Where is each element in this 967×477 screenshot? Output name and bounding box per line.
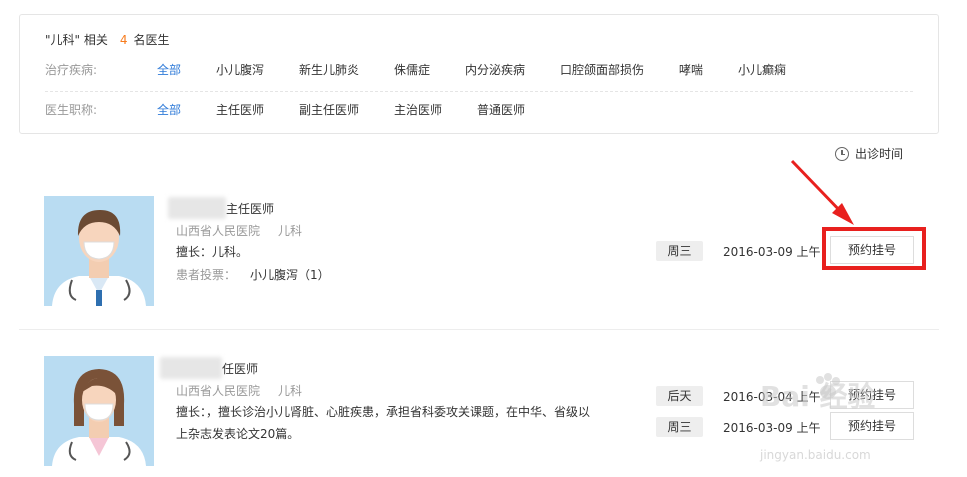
disease-option[interactable]: 小儿腹泻 <box>216 61 264 79</box>
disease-option-all[interactable]: 全部 <box>157 61 181 79</box>
title-option[interactable]: 主治医师 <box>394 101 442 119</box>
doctor-avatar-male[interactable] <box>44 196 154 306</box>
doctor-avatar-female[interactable] <box>44 356 154 466</box>
slot-date: 2016-03-09 上午 <box>723 421 821 435</box>
doctor-hospital: 山西省人民医院 儿科 <box>176 222 302 239</box>
doctor-title[interactable]: 任医师 <box>222 360 258 377</box>
result-summary: "儿科" 相关 4 名医生 <box>45 31 170 48</box>
hospital-name: 山西省人民医院 <box>176 384 261 398</box>
red-arrow-annotation <box>790 159 854 225</box>
redacted-name <box>160 357 222 379</box>
disease-option[interactable]: 侏儒症 <box>394 61 430 79</box>
disease-option[interactable]: 小儿癫痫 <box>738 61 786 79</box>
redacted-name <box>168 197 226 219</box>
baidu-watermark: Bai 经验 <box>760 380 876 413</box>
department-name: 儿科 <box>278 224 303 238</box>
doctor-title[interactable]: 主任医师 <box>226 200 274 217</box>
hospital-name: 山西省人民医院 <box>176 224 261 238</box>
patient-votes: 患者投票： 小儿腹泻（1） <box>176 266 330 283</box>
title-option[interactable]: 普通医师 <box>477 101 525 119</box>
disease-option[interactable]: 新生儿肺炎 <box>299 61 359 79</box>
summary-post: 名医生 <box>133 33 170 47</box>
filter-panel: "儿科" 相关 4 名医生 治疗疾病: 全部 小儿腹泻 新生儿肺炎 侏儒症 内分泌疾… <box>19 14 939 134</box>
doctor-specialty: 擅长：，擅长诊治小儿肾脏、心脏疾患，承担省科委攻关课题，在中华、省级以上杂志发表… <box>176 405 591 441</box>
filter-divider <box>45 91 913 92</box>
title-filter-label: 医生职称: <box>45 103 98 117</box>
doctor-specialty: 擅长：儿科。 <box>176 245 249 259</box>
disease-filter-label: 治疗疾病: <box>45 63 98 77</box>
vote-label: 患者投票： <box>176 268 237 282</box>
sort-label: 出诊时间 <box>855 147 904 161</box>
disease-option[interactable]: 口腔颌面部损伤 <box>560 61 644 79</box>
slot-date: 2016-03-09 上午 <box>723 245 821 259</box>
disease-option[interactable]: 内分泌疾病 <box>465 61 525 79</box>
title-option[interactable]: 主任医师 <box>216 101 264 119</box>
disease-option[interactable]: 哮喘 <box>679 61 703 79</box>
slot-day-badge: 周三 <box>656 417 703 437</box>
doctor-hospital: 山西省人民医院 儿科 <box>176 382 302 399</box>
department-name: 儿科 <box>278 384 303 398</box>
slot-day-badge: 后天 <box>656 386 703 406</box>
slot-day-badge: 周三 <box>656 241 703 261</box>
summary-pre: 相关 <box>83 33 108 47</box>
highlight-box-annotation <box>822 227 926 270</box>
summary-keyword: "儿科" <box>45 33 81 47</box>
title-option-all[interactable]: 全部 <box>157 101 181 119</box>
vote-value: 小儿腹泻（1） <box>250 268 330 282</box>
title-option[interactable]: 副主任医师 <box>299 101 359 119</box>
book-appointment-button[interactable]: 预约挂号 <box>830 412 914 440</box>
row-separator <box>19 329 939 330</box>
watermark-url: jingyan.baidu.com <box>760 448 871 462</box>
result-count: 4 <box>119 33 128 47</box>
